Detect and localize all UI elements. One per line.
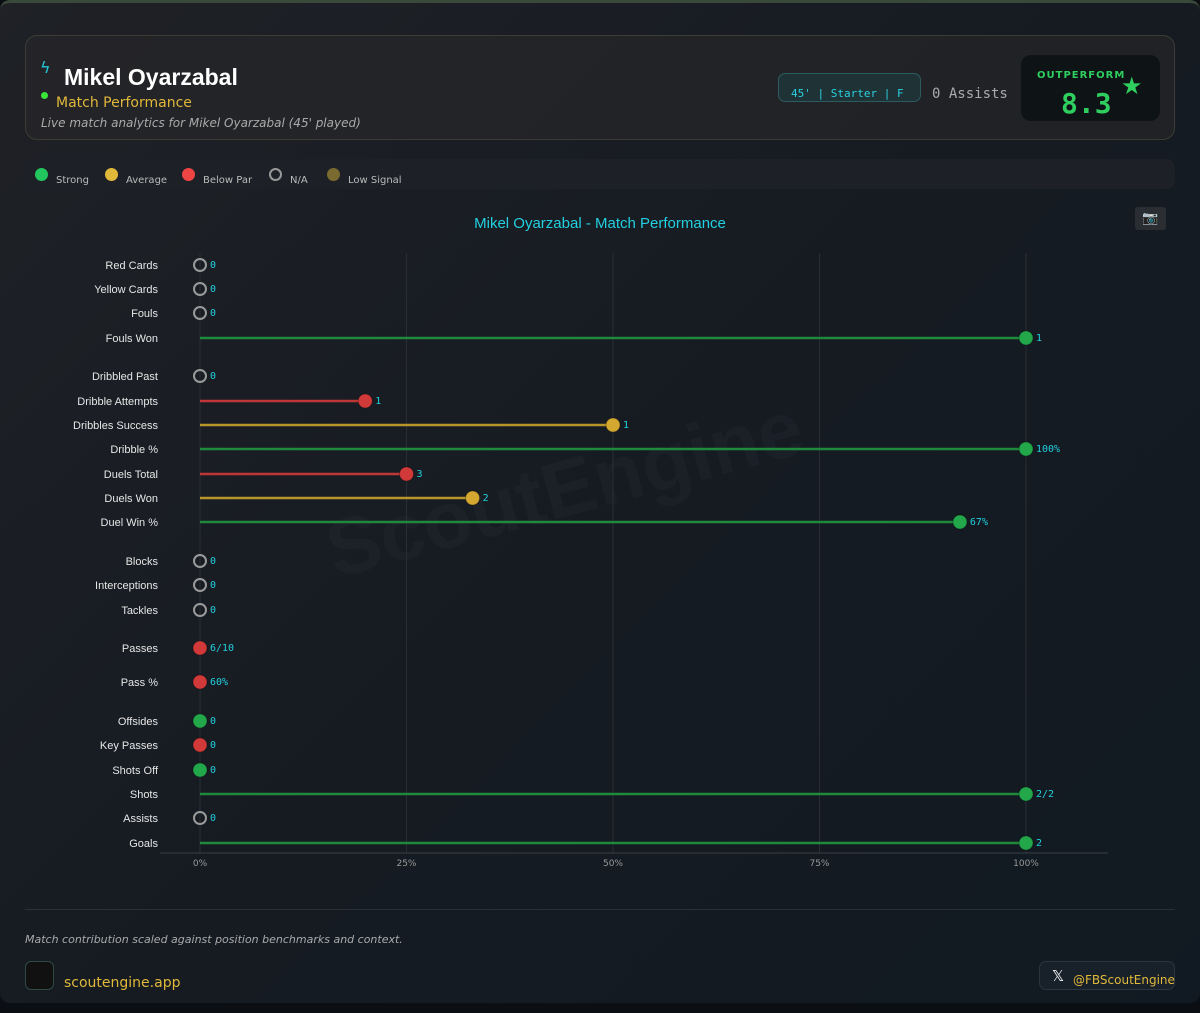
value-label: 0: [210, 580, 216, 591]
lollipop-dot: [192, 762, 208, 778]
row-label: Offsides: [118, 716, 159, 728]
lollipop-dot: [192, 674, 208, 690]
x-tick-label: 25%: [396, 859, 416, 869]
row-label: Dribbled Past: [92, 371, 158, 383]
value-label: 0: [210, 284, 216, 295]
row-label: Goals: [129, 838, 158, 850]
row-label: Pass %: [121, 677, 159, 689]
lollipop-dot: [192, 737, 208, 753]
lollipop-dot: [605, 417, 621, 433]
value-label: 100%: [1036, 444, 1060, 455]
value-label: 0: [210, 556, 216, 567]
row-label: Shots: [130, 789, 159, 801]
row-label: Blocks: [126, 556, 159, 568]
row-label: Passes: [122, 643, 159, 655]
value-label: 0: [210, 813, 216, 824]
value-label: 0: [210, 260, 216, 271]
lollipop-dot: [399, 466, 414, 482]
row-label: Tackles: [121, 605, 158, 617]
value-label: 3: [417, 469, 423, 480]
lollipop-dot: [357, 393, 373, 409]
lollipop-dot: [192, 713, 208, 729]
logo: [25, 961, 54, 990]
row-label: Fouls: [131, 308, 158, 320]
lollipop-dot: [952, 514, 968, 530]
x-icon: 𝕏: [1052, 967, 1065, 985]
value-label: 0: [210, 605, 216, 616]
chart: 0% 25% 50% 75% 100% Red Cards 0 Yellow Cards 0 Fo…: [73, 253, 1108, 869]
value-label: 0: [210, 308, 216, 319]
row-label: Duel Win %: [101, 517, 159, 529]
lollipop-dot: [192, 640, 208, 656]
value-label: 67%: [970, 517, 988, 528]
footer-note: Match contribution scaled against positi…: [25, 933, 403, 946]
lollipop-dot: [465, 490, 481, 506]
row-label: Dribble Attempts: [77, 396, 158, 408]
lollipop-dot: [1018, 786, 1034, 802]
value-label: 60%: [210, 677, 228, 688]
value-label: 2: [1036, 838, 1042, 849]
row-label: Assists: [123, 813, 158, 825]
x-handle: @FBScoutEngine: [1073, 973, 1175, 987]
divider: [25, 909, 1175, 910]
row-label: Dribbles Success: [73, 420, 158, 432]
row-label: Duels Total: [104, 469, 158, 481]
value-label: 0: [210, 371, 216, 382]
row-label: Fouls Won: [106, 333, 158, 345]
row-label: Shots Off: [112, 765, 159, 777]
app-frame: ϟ Mikel Oyarzabal Match Performance Live…: [0, 0, 1200, 1003]
value-label: 0: [210, 716, 216, 727]
x-tick-label: 100%: [1013, 859, 1039, 869]
row-label: Yellow Cards: [94, 284, 158, 296]
lollipop-dot: [1018, 835, 1034, 851]
value-label: 1: [1036, 333, 1042, 344]
row-label: Duels Won: [104, 493, 158, 505]
value-label: 0: [210, 765, 216, 776]
x-tick-label: 0%: [193, 859, 208, 869]
lollipop-dot: [1018, 441, 1034, 457]
row-label: Red Cards: [105, 260, 158, 272]
value-label: 1: [623, 420, 629, 431]
x-tick-label: 50%: [603, 859, 623, 869]
value-label: 2/2: [1036, 789, 1054, 800]
value-label: 0: [210, 740, 216, 751]
row-label: Key Passes: [100, 740, 159, 752]
site-link[interactable]: scoutengine.app: [64, 975, 180, 991]
row-label: Interceptions: [95, 580, 158, 592]
value-label: 6/10: [210, 643, 234, 654]
x-profile-button[interactable]: 𝕏 @FBScoutEngine: [1039, 961, 1175, 990]
lollipop-dot: [1018, 330, 1034, 346]
row-label: Dribble %: [110, 444, 158, 456]
value-label: 2: [483, 493, 489, 504]
x-tick-label: 75%: [809, 859, 829, 869]
value-label: 1: [375, 396, 381, 407]
